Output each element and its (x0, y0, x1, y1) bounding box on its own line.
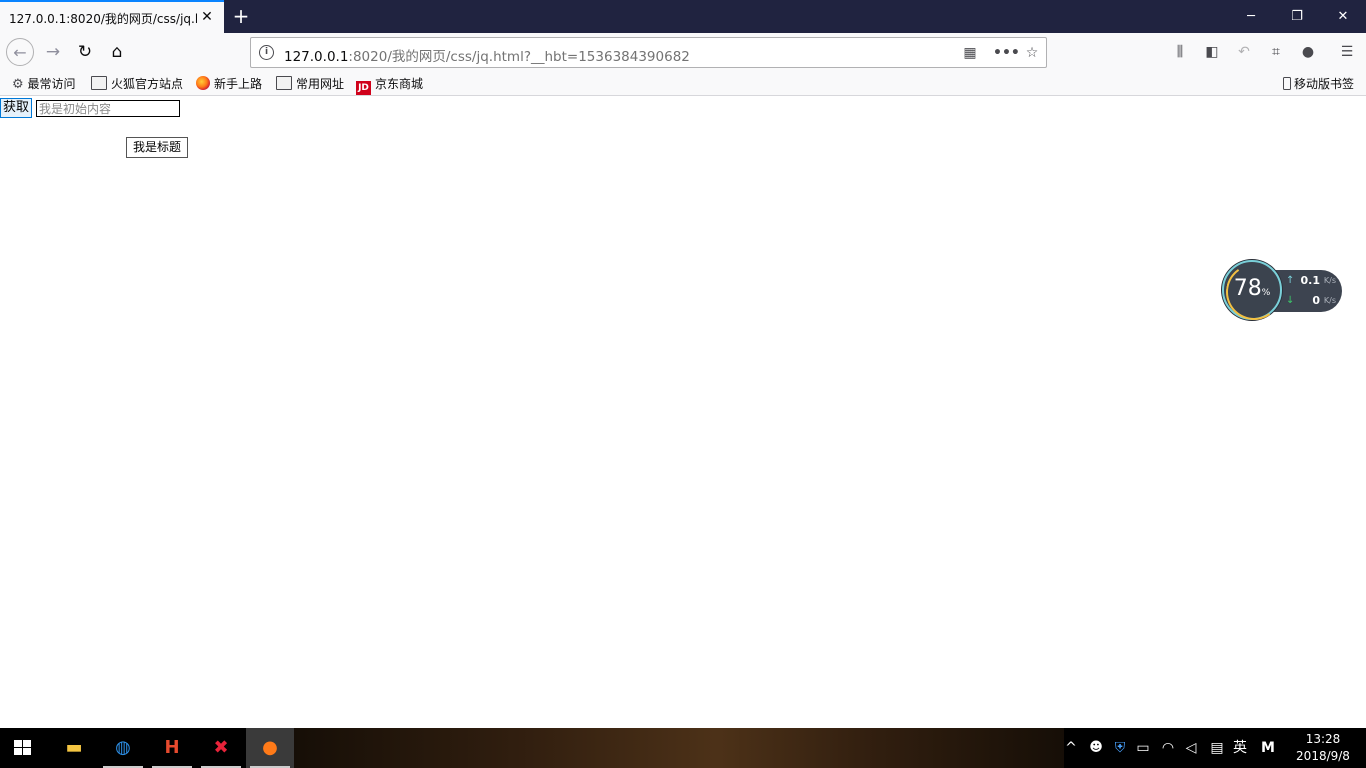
page-actions-icon[interactable]: ••• (993, 42, 1020, 64)
content-input[interactable] (36, 100, 180, 117)
taskbar-wallpaper (294, 728, 1064, 768)
qr-code-icon[interactable]: ▦ (959, 42, 981, 64)
bookmarks-toolbar: ⚙ 最常访问 火狐官方站点 新手上路 常用网址 JD 京东商城 移动版书签 (0, 72, 1366, 96)
bookmark-label: 新手上路 (214, 77, 263, 91)
close-window-icon[interactable]: ✕ (1320, 0, 1366, 33)
notification-icon[interactable]: ▤ (1207, 739, 1227, 757)
library-icon[interactable]: ⫼ (1170, 42, 1190, 62)
usage-unit: % (1261, 288, 1271, 298)
bookmark-most-visited[interactable]: ⚙ 最常访问 (12, 75, 76, 93)
windows-logo-icon (14, 740, 32, 756)
download-value: 0 (1312, 294, 1320, 307)
upload-unit: K/s (1323, 276, 1336, 285)
tab-active[interactable]: 127.0.0.1:8020/我的网页/css/jq.ht ✕ (0, 0, 224, 33)
bookmark-firefox-site[interactable]: 火狐官方站点 (91, 75, 183, 93)
get-button[interactable]: 获取 (0, 98, 32, 118)
gear-icon: ⚙ (12, 77, 24, 92)
security-shield-icon[interactable]: ⛨ (1111, 739, 1129, 757)
bookmark-jd[interactable]: JD 京东商城 (356, 75, 424, 95)
battery-icon[interactable]: ▭ (1134, 739, 1152, 757)
upload-value: 0.1 (1300, 274, 1321, 287)
bookmark-label: 常用网址 (296, 77, 345, 91)
system-clock[interactable]: 13:28 2018/9/8 (1290, 731, 1356, 765)
download-unit: K/s (1323, 296, 1336, 305)
tray-expand-icon[interactable]: ^ (1064, 739, 1078, 757)
upload-speed: ↑ 0.1 K/s (1284, 274, 1342, 288)
mobile-bookmarks-label: 移动版书签 (1293, 77, 1354, 91)
clock-time: 13:28 (1305, 732, 1341, 746)
forward-icon[interactable]: → (39, 38, 67, 66)
ime-mode-icon[interactable]: M (1258, 739, 1278, 757)
url-text[interactable]: 127.0.0.1:8020/我的网页/css/jq.html?__hbt=15… (284, 45, 690, 65)
mobile-bookmarks[interactable]: 移动版书签 (1282, 75, 1354, 93)
hbuilder-icon[interactable]: H (148, 728, 196, 768)
navigation-toolbar: ← → ↻ ⌂ i 127.0.0.1:8020/我的网页/css/jq.htm… (0, 33, 1366, 72)
new-tab-button[interactable]: + (230, 5, 252, 27)
menu-icon[interactable]: ☰ (1337, 42, 1357, 62)
xmind-icon[interactable]: ✖ (197, 728, 245, 768)
screenshot-icon[interactable]: ⌗ (1266, 42, 1286, 62)
url-bar[interactable]: i 127.0.0.1:8020/我的网页/css/jq.html?__hbt=… (250, 37, 1047, 68)
reload-icon[interactable]: ↻ (71, 38, 99, 66)
file-explorer-icon[interactable]: ▬ (50, 728, 98, 768)
page-content: 获取 我是标题 (0, 96, 1366, 728)
jd-icon: JD (356, 81, 371, 95)
back-icon[interactable]: ← (6, 38, 34, 66)
url-host: 127.0.0.1 (284, 49, 349, 65)
folder-icon (276, 76, 292, 90)
firefox-taskbar-icon[interactable]: ● (246, 728, 294, 768)
minimize-icon[interactable]: ─ (1228, 0, 1274, 33)
bookmark-label: 京东商城 (375, 77, 424, 91)
phone-icon (1282, 77, 1291, 90)
windows-taskbar: ▬ ◍ H ✖ ● ^ ☻ ⛨ ▭ ◠ ◁ ▤ 英 M 13:28 2018/9… (0, 728, 1366, 768)
tab-close-icon[interactable]: ✕ (199, 9, 215, 25)
bookmark-label: 火狐官方站点 (111, 77, 184, 91)
tab-strip: 127.0.0.1:8020/我的网页/css/jq.ht ✕ + ─ ❐ ✕ (0, 0, 1366, 33)
bookmark-getting-started[interactable]: 新手上路 (196, 75, 262, 93)
tab-title: 127.0.0.1:8020/我的网页/css/jq.ht (9, 12, 197, 26)
bookmark-star-icon[interactable]: ☆ (1021, 42, 1043, 64)
site-info-icon[interactable]: i (259, 45, 274, 60)
bookmark-common-sites[interactable]: 常用网址 (276, 75, 344, 93)
network-monitor-widget[interactable]: 78% ↑ 0.1 K/s ↓ 0 K/s (1221, 259, 1344, 325)
bookmark-label: 最常访问 (27, 77, 76, 91)
clock-date: 2018/9/8 (1296, 749, 1350, 763)
folder-icon (91, 76, 107, 90)
usage-percent: 78% (1222, 276, 1282, 306)
ime-language[interactable]: 英 (1231, 739, 1249, 757)
undo-close-icon[interactable]: ↶ (1234, 42, 1254, 62)
download-arrow-icon: ↓ (1286, 295, 1295, 306)
wifi-icon[interactable]: ◠ (1159, 739, 1177, 757)
home-icon[interactable]: ⌂ (103, 38, 131, 66)
volume-icon[interactable]: ◁ (1182, 739, 1200, 757)
firefox-icon (196, 76, 210, 90)
upload-arrow-icon: ↑ (1286, 275, 1295, 286)
start-button[interactable] (0, 728, 48, 768)
url-path: :8020/我的网页/css/jq.html?__hbt=15363843906… (348, 49, 690, 65)
chat-icon[interactable]: ● (1298, 42, 1318, 62)
usage-value: 78 (1233, 276, 1262, 301)
browser-app-icon[interactable]: ◍ (99, 728, 147, 768)
restore-icon[interactable]: ❐ (1274, 0, 1320, 33)
download-speed: ↓ 0 K/s (1284, 294, 1342, 308)
qq-icon[interactable]: ☻ (1087, 739, 1105, 757)
sidebar-icon[interactable]: ◧ (1202, 42, 1222, 62)
title-box: 我是标题 (126, 137, 188, 158)
